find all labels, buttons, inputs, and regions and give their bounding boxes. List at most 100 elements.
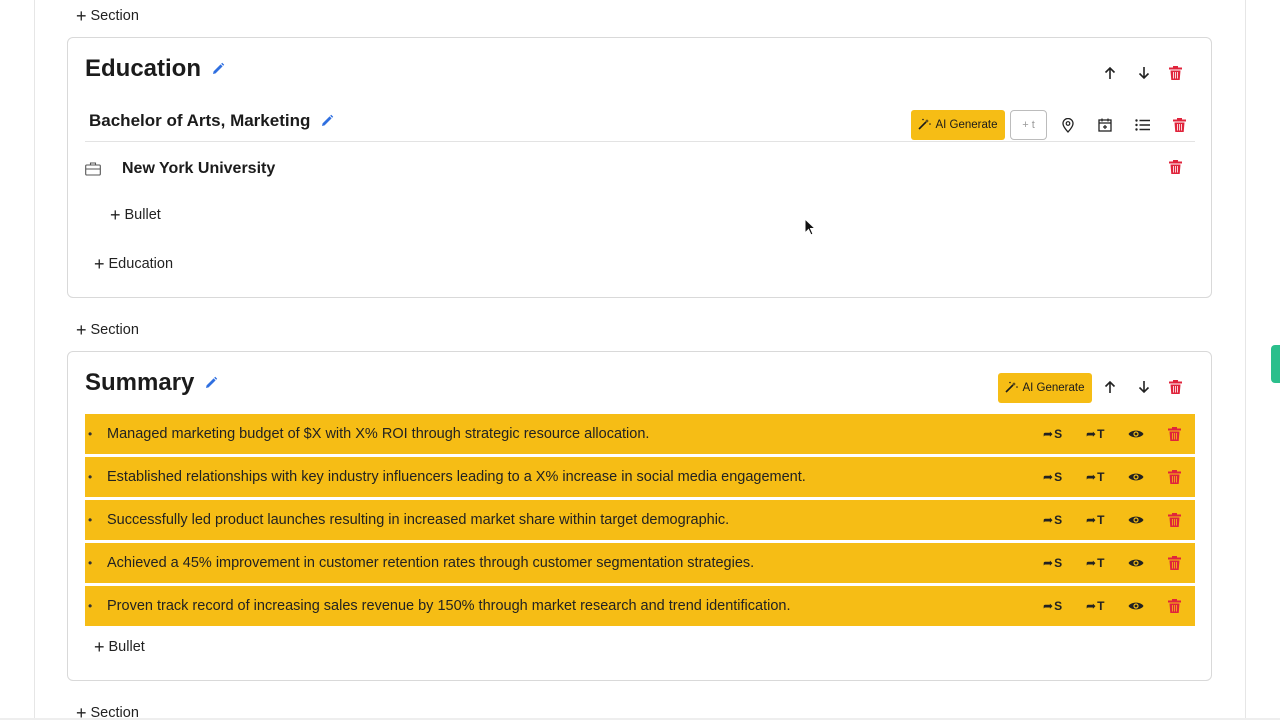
share-s-label: S [1054,513,1063,527]
share-t-button[interactable]: ➦ T [1086,466,1104,488]
eye-icon[interactable] [1128,595,1144,617]
share-icon: ➦ [1086,513,1097,527]
add-bullet-label: Bullet [124,207,161,223]
bullet-dot: • [88,599,93,613]
trash-icon[interactable] [1168,509,1181,531]
share-icon: ➦ [1043,513,1054,527]
share-t-label: T [1097,470,1105,484]
trash-icon[interactable] [1168,552,1181,574]
trash-icon[interactable] [1164,376,1186,398]
summary-bullet-row[interactable]: • Managed marketing budget of $X with X%… [85,414,1195,454]
bullet-dot: • [88,556,93,570]
share-s-label: S [1054,599,1063,613]
summary-bullet-row[interactable]: • Achieved a 45% improvement in customer… [85,543,1195,583]
plus-t-button[interactable]: + t [1010,110,1047,140]
add-section-label: Section [90,705,139,720]
share-icon: ➦ [1086,427,1097,441]
plus-icon: + [76,703,87,720]
share-s-button[interactable]: ➦ S [1043,552,1062,574]
bullet-dot: • [88,513,93,527]
trash-icon[interactable] [1164,156,1186,178]
plus-t-label: + t [1022,119,1035,131]
ai-generate-button-education[interactable]: AI Generate [911,110,1005,140]
share-icon: ➦ [1086,599,1097,613]
magic-wand-icon [918,118,932,133]
share-s-button[interactable]: ➦ S [1043,509,1062,531]
map-pin-icon[interactable] [1057,114,1079,136]
plus-icon: + [76,6,87,26]
summary-bullet-row[interactable]: • Successfully led product launches resu… [85,500,1195,540]
bullet-dot: • [88,470,93,484]
arrow-up-icon[interactable] [1099,376,1121,398]
share-t-button[interactable]: ➦ T [1086,423,1104,445]
ai-generate-label: AI Generate [935,119,998,131]
add-section-button-bottom[interactable]: + Section [76,704,139,720]
summary-bullet-text[interactable]: Managed marketing budget of $X with X% R… [107,426,649,442]
share-t-button[interactable]: ➦ T [1086,509,1104,531]
trash-icon[interactable] [1168,114,1190,136]
add-section-button-middle[interactable]: + Section [76,321,139,339]
trash-icon[interactable] [1164,62,1186,84]
share-t-label: T [1097,556,1105,570]
pencil-icon[interactable] [204,376,218,390]
arrow-up-icon[interactable] [1099,62,1121,84]
add-education-label: Education [108,256,174,272]
plus-icon: + [94,637,105,657]
calendar-icon[interactable] [1094,114,1116,136]
ai-generate-label: AI Generate [1022,382,1085,394]
share-icon: ➦ [1043,599,1054,613]
share-t-button[interactable]: ➦ T [1086,552,1104,574]
add-bullet-button-education[interactable]: + Bullet [110,206,161,224]
share-icon: ➦ [1086,556,1097,570]
trash-icon[interactable] [1168,423,1181,445]
trash-icon[interactable] [1168,466,1181,488]
summary-bullet-text[interactable]: Proven track record of increasing sales … [107,598,790,614]
summary-bullet-row[interactable]: • Established relationships with key ind… [85,457,1195,497]
share-icon: ➦ [1043,427,1054,441]
share-s-button[interactable]: ➦ S [1043,595,1062,617]
add-section-button-top[interactable]: + Section [76,7,139,25]
briefcase-icon [82,158,104,180]
share-t-button[interactable]: ➦ T [1086,595,1104,617]
side-feedback-tab[interactable] [1271,345,1280,383]
education-title-text: Education [85,55,202,82]
summary-bullet-text[interactable]: Established relationships with key indus… [107,469,806,485]
arrow-down-icon[interactable] [1133,62,1155,84]
share-t-label: T [1097,427,1105,441]
add-education-button[interactable]: + Education [94,255,173,273]
add-bullet-label: Bullet [108,639,145,655]
pencil-icon[interactable] [320,114,334,128]
eye-icon[interactable] [1128,466,1144,488]
eye-icon[interactable] [1128,552,1144,574]
share-icon: ➦ [1086,470,1097,484]
pencil-icon[interactable] [211,62,225,76]
summary-bullet-text[interactable]: Achieved a 45% improvement in customer r… [107,555,754,571]
trash-icon[interactable] [1168,595,1181,617]
summary-bullet-row[interactable]: • Proven track record of increasing sale… [85,586,1195,626]
add-section-label: Section [90,8,139,24]
plus-icon: + [76,320,87,340]
share-s-label: S [1054,427,1063,441]
degree-text: Bachelor of Arts, Marketing [89,111,311,130]
eye-icon[interactable] [1128,509,1144,531]
add-section-label: Section [90,322,139,338]
degree-title: Bachelor of Arts, Marketing [89,111,334,131]
magic-wand-icon [1005,381,1019,396]
summary-bullet-text[interactable]: Successfully led product launches result… [107,512,729,528]
arrow-down-icon[interactable] [1133,376,1155,398]
summary-title: Summary [85,369,218,397]
share-icon: ➦ [1043,556,1054,570]
share-s-button[interactable]: ➦ S [1043,466,1062,488]
list-icon[interactable] [1131,114,1153,136]
degree-divider [85,141,1195,142]
share-t-label: T [1097,599,1105,613]
school-name: New York University [122,160,276,177]
eye-icon[interactable] [1128,423,1144,445]
ai-generate-button-summary[interactable]: AI Generate [998,373,1092,403]
education-title: Education [85,55,225,83]
plus-icon: + [110,205,121,225]
add-bullet-button-summary[interactable]: + Bullet [94,638,145,656]
share-s-label: S [1054,556,1063,570]
share-s-button[interactable]: ➦ S [1043,423,1062,445]
summary-title-text: Summary [85,369,195,396]
